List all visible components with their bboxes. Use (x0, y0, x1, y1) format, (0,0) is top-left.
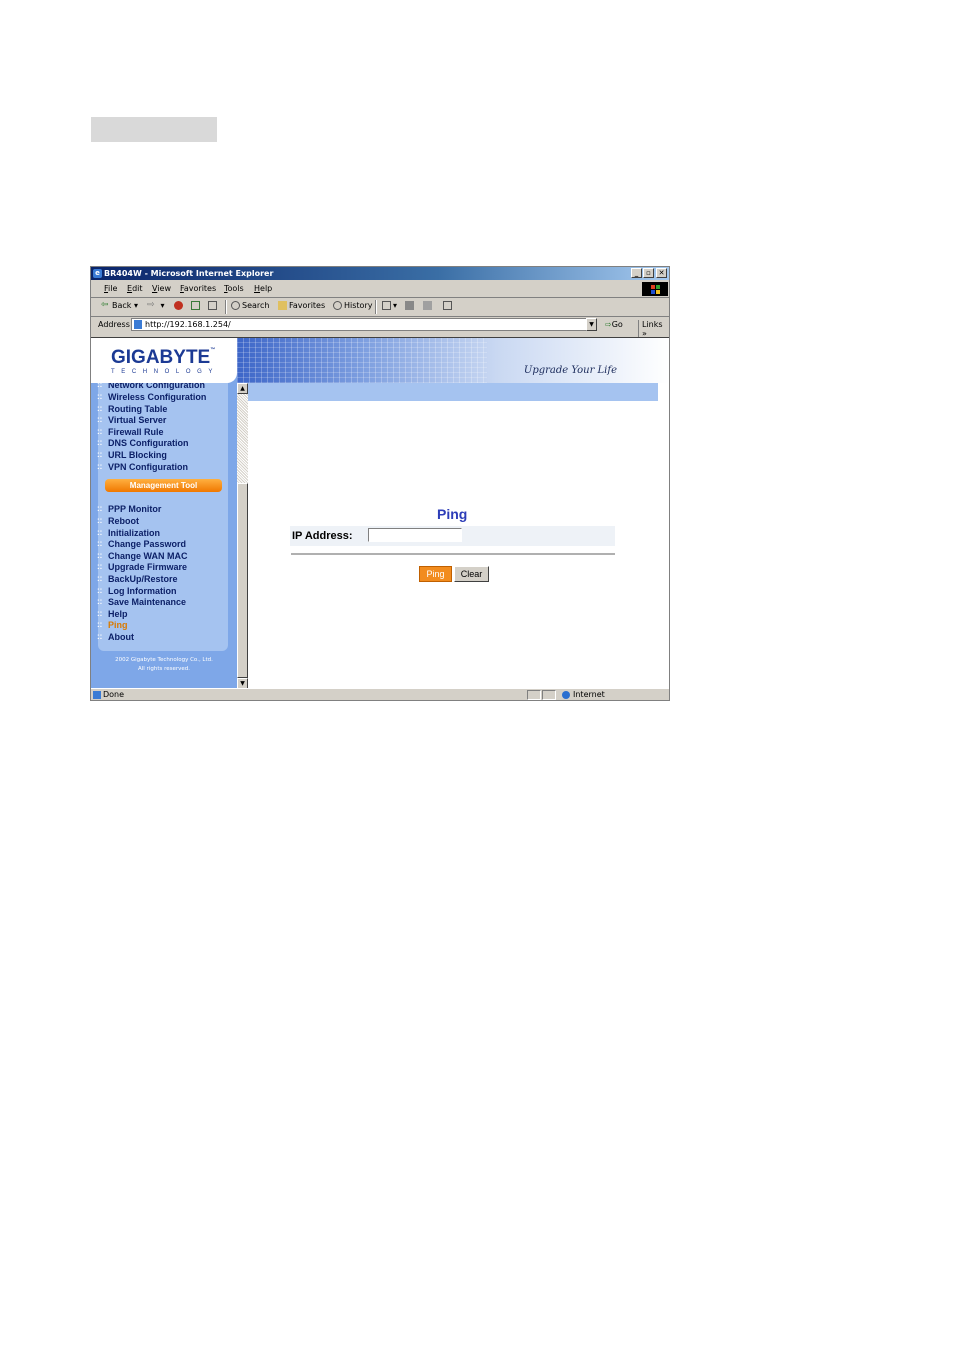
banner-slogan: Upgrade Your Life (523, 365, 617, 376)
copyright: 2002 Gigabyte Technology Co., Ltd. All r… (115, 657, 213, 672)
address-dropdown-button[interactable]: ▼ (586, 318, 597, 331)
divider (291, 553, 615, 555)
print-button[interactable] (405, 301, 416, 310)
page-content: Network ConfigurationWireless Configurat… (91, 337, 669, 689)
navigation-frame: Network ConfigurationWireless Configurat… (91, 338, 237, 689)
menu-favorites[interactable]: Favorites (180, 284, 216, 293)
sidebar-item-backup-restore[interactable]: BackUp/Restore (97, 574, 177, 584)
status-text: Done (93, 690, 124, 699)
page-title: Ping (437, 506, 468, 522)
address-label: Address (98, 320, 130, 329)
menu-view[interactable]: View (152, 284, 171, 293)
refresh-button[interactable] (191, 301, 202, 310)
sidebar-item-url-blocking[interactable]: URL Blocking (97, 450, 167, 460)
favorites-icon (278, 301, 287, 310)
ip-address-label: IP Address: (292, 530, 353, 542)
search-button[interactable]: Search (231, 301, 269, 310)
menu-help[interactable]: Help (254, 284, 272, 293)
toolbar-separator (375, 300, 377, 314)
page-done-icon (93, 690, 101, 699)
edit-button[interactable] (423, 301, 434, 310)
nav-scrollbar[interactable]: ▲ ▼ (237, 383, 248, 689)
discuss-icon (443, 301, 452, 310)
stop-icon (174, 301, 183, 310)
menu-tools[interactable]: Tools (224, 284, 244, 293)
sidebar-item-upgrade-firmware[interactable]: Upgrade Firmware (97, 562, 187, 572)
close-button[interactable]: ✕ (656, 268, 667, 278)
stop-button[interactable] (174, 301, 185, 310)
edit-icon (423, 301, 432, 310)
home-button[interactable] (208, 301, 219, 310)
ping-button[interactable]: Ping (419, 566, 452, 582)
menu-bar: File Edit View Favorites Tools Help (91, 281, 669, 298)
sidebar-item-wireless-configuration[interactable]: Wireless Configuration (97, 392, 206, 402)
status-pane (542, 690, 556, 700)
favorites-button[interactable]: Favorites (278, 301, 325, 310)
sidebar-item-reboot[interactable]: Reboot (97, 516, 139, 526)
scroll-up-arrow-icon[interactable]: ▲ (237, 383, 248, 394)
browser-window: e BR404W - Microsoft Internet Explorer _… (90, 266, 670, 701)
refresh-icon (191, 301, 200, 310)
ip-address-input[interactable] (368, 528, 462, 542)
history-icon (333, 301, 342, 310)
management-tool-section: Management Tool (105, 479, 222, 492)
sidebar-item-dns-configuration[interactable]: DNS Configuration (97, 438, 188, 448)
sidebar-item-change-password[interactable]: Change Password (97, 539, 186, 549)
maximize-button[interactable]: ▫ (643, 268, 654, 278)
logo-text: GIGABYTE™ (111, 347, 216, 368)
sidebar-item-about[interactable]: About (97, 632, 134, 642)
status-bar: Done Internet (91, 688, 669, 700)
scrollbar-thumb[interactable] (237, 483, 248, 678)
security-zone: Internet (562, 690, 605, 699)
banner-pattern (237, 338, 487, 383)
page-icon (134, 320, 142, 329)
toolbar-separator (225, 300, 227, 314)
sidebar-item-vpn-configuration[interactable]: VPN Configuration (97, 462, 188, 472)
sidebar-item-log-information[interactable]: Log Information (97, 586, 176, 596)
menu-edit[interactable]: Edit (127, 284, 143, 293)
document-gray-box (91, 117, 217, 142)
mail-button[interactable]: ▾ (382, 301, 397, 310)
sidebar-item-save-maintenance[interactable]: Save Maintenance (97, 597, 186, 607)
menu-file[interactable]: File (104, 284, 117, 293)
discuss-button[interactable] (443, 301, 454, 310)
history-button[interactable]: History (333, 301, 372, 310)
go-arrow-icon: ⇨ (605, 320, 612, 329)
sidebar-item-help[interactable]: Help (97, 609, 127, 619)
address-input[interactable]: http://192.168.1.254/ (131, 318, 587, 331)
sidebar-item-initialization[interactable]: Initialization (97, 528, 160, 538)
header-banner: Upgrade Your Life (237, 338, 669, 383)
forward-arrow-icon: ⇨ (147, 300, 155, 310)
print-icon (405, 301, 414, 310)
go-button[interactable]: ⇨Go (605, 320, 623, 329)
window-title: BR404W - Microsoft Internet Explorer (104, 269, 274, 278)
status-pane (527, 690, 541, 700)
sidebar-item-ping[interactable]: Ping (97, 620, 127, 630)
mail-icon (382, 301, 391, 310)
toolbar: ⇦ Back ▾ ⇨ ▾ Search Favorites History ▾ (91, 298, 669, 317)
sidebar-item-firewall-rule[interactable]: Firewall Rule (97, 427, 163, 437)
header-bar (248, 383, 658, 401)
links-button[interactable]: Links » (638, 320, 669, 338)
minimize-button[interactable]: _ (631, 268, 642, 278)
logo-subtitle: TECHNOLOGY (111, 369, 220, 375)
logo: GIGABYTE™ TECHNOLOGY (91, 338, 237, 383)
sidebar-item-routing-table[interactable]: Routing Table (97, 404, 167, 414)
search-icon (231, 301, 240, 310)
clear-button[interactable]: Clear (454, 566, 489, 582)
sidebar-item-ppp-monitor[interactable]: PPP Monitor (97, 504, 161, 514)
forward-button[interactable]: ⇨ ▾ (147, 300, 165, 311)
sidebar-item-virtual-server[interactable]: Virtual Server (97, 415, 166, 425)
address-bar: Address http://192.168.1.254/ ▼ ⇨Go Link… (91, 317, 669, 338)
windows-logo-icon (642, 282, 668, 296)
back-arrow-icon: ⇦ (101, 300, 109, 310)
home-icon (208, 301, 217, 310)
back-button[interactable]: ⇦ Back ▾ (101, 300, 138, 311)
globe-icon (562, 690, 570, 699)
address-url: http://192.168.1.254/ (145, 320, 231, 329)
title-bar: e BR404W - Microsoft Internet Explorer _… (91, 267, 669, 280)
ie-icon: e (93, 269, 102, 278)
sidebar-item-change-wan-mac[interactable]: Change WAN MAC (97, 551, 187, 561)
ip-address-row: IP Address: (290, 526, 615, 546)
